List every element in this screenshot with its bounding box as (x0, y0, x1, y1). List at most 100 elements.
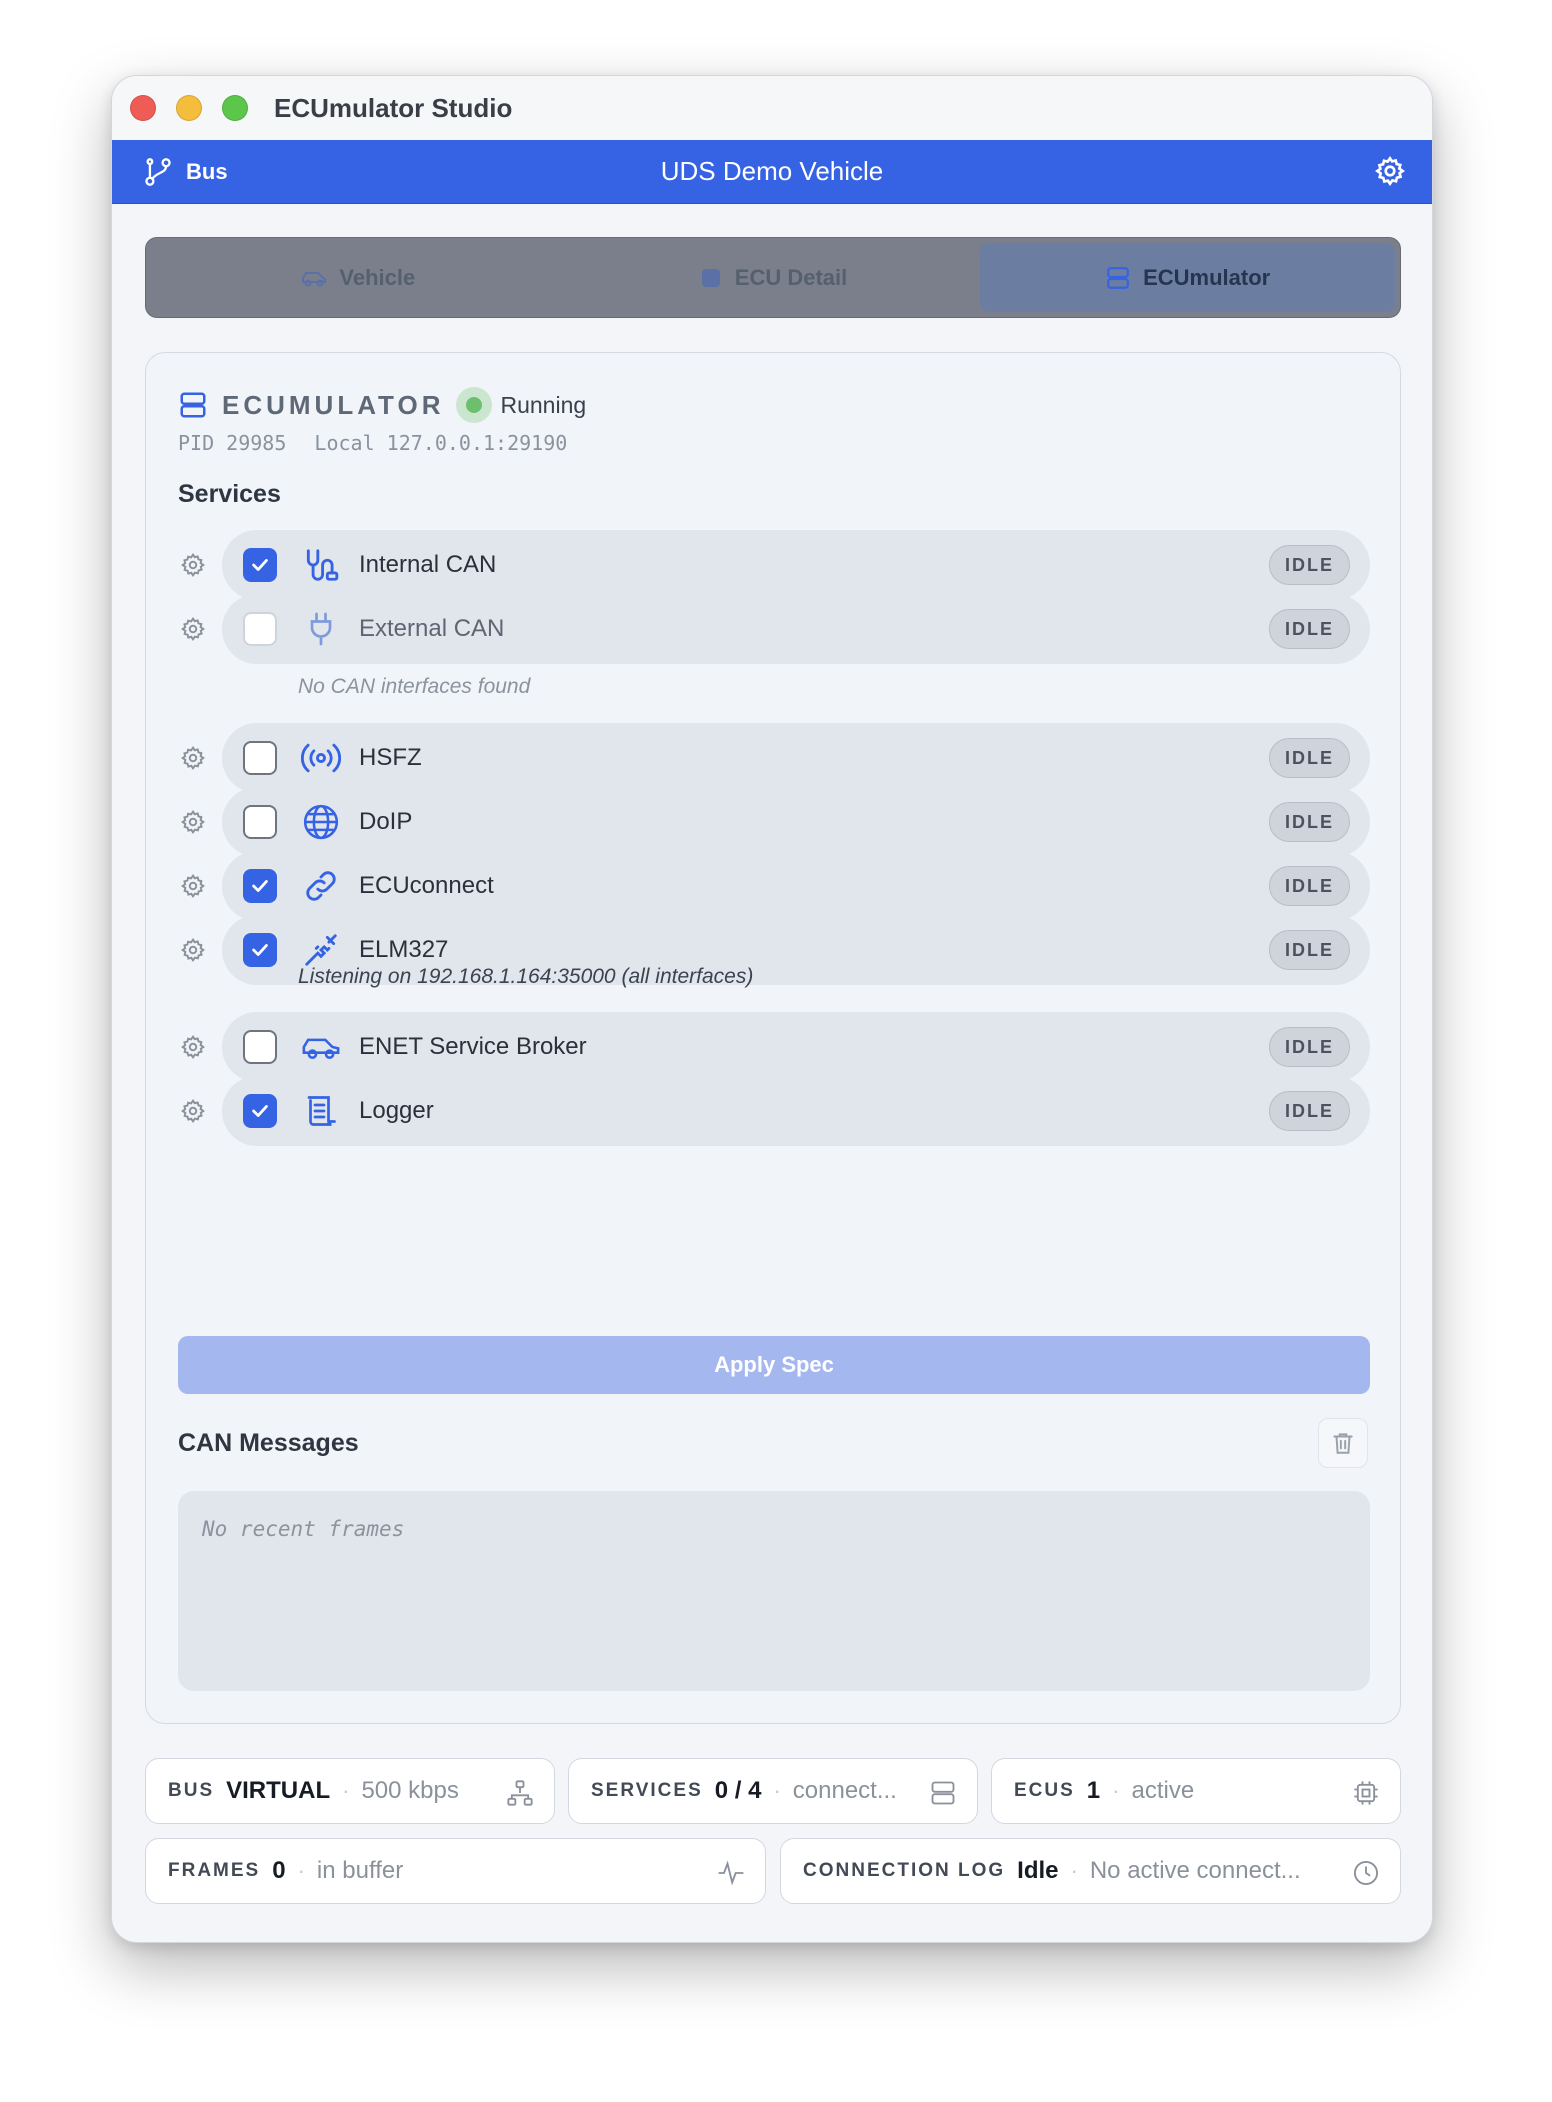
broadcast-icon (301, 743, 341, 773)
service-note: No CAN interfaces found (298, 675, 531, 698)
apply-spec-button[interactable]: Apply Spec (178, 1336, 1370, 1394)
minimize-window-button[interactable] (176, 95, 202, 121)
service-row-logger: Logger IDLE (178, 1076, 1370, 1146)
service-name: Logger (359, 1097, 434, 1124)
app-header: Bus UDS Demo Vehicle (112, 140, 1432, 204)
gear-icon (181, 938, 205, 962)
tab-ecumulator[interactable]: ECUmulator (980, 243, 1396, 312)
status-badge: IDLE (1268, 1027, 1350, 1067)
service-name: ELM327 (359, 936, 449, 963)
stat-card-frames: FRAMES 0 · in buffer (145, 1838, 766, 1904)
service-name: DoIP (359, 808, 413, 835)
status-badge: IDLE (1268, 1091, 1350, 1131)
window-title: ECUmulator Studio (274, 92, 513, 123)
status-text: Running (500, 391, 587, 418)
service-checkbox[interactable] (243, 548, 277, 582)
service-row-ecuconnect: ECUconnect IDLE (178, 851, 1370, 921)
service-pill: DoIP IDLE (222, 787, 1370, 857)
ecumulator-header: ECUMULATOR Running (178, 387, 586, 423)
gear-icon (181, 874, 205, 898)
service-pill: Logger IDLE (222, 1076, 1370, 1146)
pid-text: PID 29985 (178, 431, 287, 455)
car-icon (302, 1038, 340, 1059)
activity-icon (718, 1860, 744, 1886)
app-window: ECUmulator Studio Bus UDS Demo Vehicle V… (111, 75, 1433, 1943)
chip-icon (1354, 1781, 1378, 1805)
status-badge: IDLE (1268, 930, 1350, 970)
checkmark-icon (252, 1105, 268, 1117)
plug-icon (310, 612, 332, 646)
trash-icon (1333, 1433, 1353, 1454)
gear-icon (181, 810, 205, 834)
service-row-external-can: External CAN IDLE (178, 594, 1370, 664)
branch-icon (145, 157, 171, 186)
vehicle-name: UDS Demo Vehicle (660, 156, 884, 186)
clear-messages-button[interactable] (1318, 1418, 1368, 1468)
service-checkbox[interactable] (243, 741, 277, 775)
checkmark-icon (252, 559, 268, 571)
checkmark-icon (252, 944, 268, 956)
service-settings-button[interactable] (178, 937, 208, 963)
service-row-hsfz: HSFZ IDLE (178, 723, 1370, 793)
status-badge: IDLE (1268, 802, 1350, 842)
service-checkbox[interactable] (243, 933, 277, 967)
service-pill: Internal CAN IDLE (222, 530, 1370, 600)
service-checkbox[interactable] (243, 869, 277, 903)
network-icon (507, 1780, 533, 1806)
server-icon (931, 1781, 955, 1805)
service-settings-button[interactable] (178, 616, 208, 642)
server-icon (1107, 266, 1129, 289)
ecumulator-panel: ECUMULATOR Running PID 29985 Local 127.0… (145, 352, 1401, 1724)
gear-icon (181, 553, 205, 577)
scroll-icon (307, 1096, 336, 1126)
zoom-window-button[interactable] (222, 95, 248, 121)
service-row-doip: DoIP IDLE (178, 787, 1370, 857)
bus-button[interactable]: Bus (144, 157, 228, 187)
stat-card-bus: BUS VIRTUAL · 500 kbps (145, 1758, 555, 1824)
service-checkbox[interactable] (243, 805, 277, 839)
service-pill: HSFZ IDLE (222, 723, 1370, 793)
local-address: Local 127.0.0.1:29190 (314, 431, 568, 455)
can-messages-list: No recent frames (178, 1491, 1370, 1691)
title-bar: ECUmulator Studio (112, 76, 1432, 140)
globe-icon (303, 804, 339, 840)
service-name: ECUconnect (359, 872, 494, 899)
service-checkbox[interactable] (243, 1094, 277, 1128)
status-indicator (456, 387, 493, 423)
ecumulator-title: ECUMULATOR (222, 389, 445, 420)
service-settings-button[interactable] (178, 1098, 208, 1124)
service-settings-button[interactable] (178, 873, 208, 899)
empty-frames-text: No recent frames (202, 1517, 405, 1541)
stat-card-connection-log[interactable]: CONNECTION LOG Idle · No active connect.… (780, 1838, 1401, 1904)
service-settings-button[interactable] (178, 552, 208, 578)
service-name: ENET Service Broker (359, 1033, 587, 1060)
cable-icon (305, 934, 337, 966)
tab-bar: Vehicle ECU Detail ECUmulator (145, 237, 1401, 318)
can-messages-heading: CAN Messages (178, 1429, 359, 1457)
stat-card-ecus: ECUS 1 · active (991, 1758, 1401, 1824)
process-info: PID 29985 Local 127.0.0.1:29190 (178, 431, 567, 455)
status-badge: IDLE (1268, 609, 1350, 649)
service-name: External CAN (359, 615, 505, 642)
gear-icon (181, 746, 205, 770)
tab-ecu-detail[interactable]: ECU Detail (566, 243, 981, 312)
service-settings-button[interactable] (178, 809, 208, 835)
clock-icon (1353, 1860, 1379, 1886)
service-settings-button[interactable] (178, 1034, 208, 1060)
service-name: Internal CAN (359, 551, 497, 578)
service-name: HSFZ (359, 744, 422, 771)
status-badge: IDLE (1268, 866, 1350, 906)
service-pill: External CAN IDLE (222, 594, 1370, 664)
service-row-enet-broker: ENET Service Broker IDLE (178, 1012, 1370, 1082)
service-note: Listening on 192.168.1.164:35000 (all in… (298, 965, 754, 988)
services-heading: Services (178, 480, 281, 508)
service-pill: ECUconnect IDLE (222, 851, 1370, 921)
close-window-button[interactable] (130, 95, 156, 121)
service-checkbox[interactable] (243, 612, 277, 646)
can-plug-icon (306, 549, 339, 581)
service-settings-button[interactable] (178, 745, 208, 771)
link-icon (306, 871, 336, 901)
tab-vehicle[interactable]: Vehicle (151, 243, 566, 312)
settings-gear-icon[interactable] (1374, 155, 1406, 187)
service-checkbox[interactable] (243, 1030, 277, 1064)
